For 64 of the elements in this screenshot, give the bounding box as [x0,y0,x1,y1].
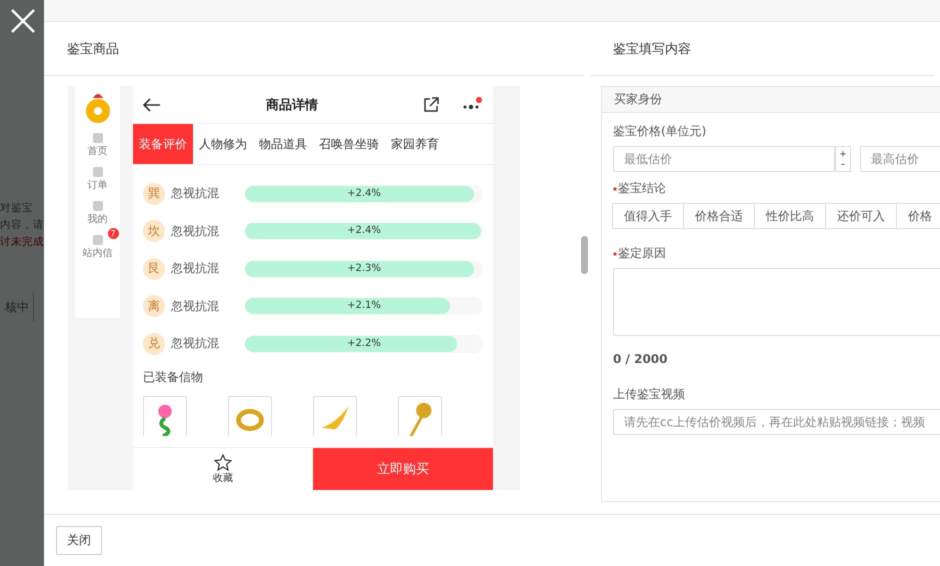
field-label: 鉴定原因 [618,245,666,262]
stat-value: +2.4% [346,224,382,238]
nav-label: 首页 [88,145,108,158]
stat-value: +2.1% [346,299,382,314]
background-text: 内容，请 [0,218,44,233]
background-status-cell: 核中 [0,293,34,322]
character-counter: 0 / 2000 [613,352,668,366]
sidebar-item[interactable]: 首页 [82,126,114,158]
item-thumbnail[interactable] [143,396,187,436]
max-price-field[interactable]: 最高估价 [860,146,940,172]
close-icon[interactable] [10,8,36,34]
item-thumbnail[interactable] [398,396,442,436]
stat-value: +2.4% [346,186,382,201]
trigram-badge: 坎 [143,220,165,242]
page-title: 商品详情 [266,96,318,114]
sidebar-item[interactable]: 我的 [82,194,114,226]
field-label: 上传鉴宝视频 [613,386,686,403]
sidebar-item[interactable]: 站内信 7 [76,228,118,260]
panel-title: 鉴宝填写内容 [590,22,934,76]
nav-label: 我的 [88,212,108,226]
stat-name: 忽视抗混 [171,260,220,278]
nav-label: 订单 [88,178,108,192]
buy-button[interactable]: 立即购买 [313,448,493,490]
share-icon[interactable] [423,96,439,112]
stat-name: 忽视抗混 [171,185,220,202]
section-header: 买家身份 [602,87,940,113]
conclusion-option[interactable]: 价格合适 [683,203,755,229]
stat-name: 忽视抗混 [171,335,220,352]
item-thumbnail[interactable] [313,396,357,436]
star-icon [214,454,232,470]
conclusion-option[interactable]: 性价比高 [754,203,826,229]
background-text: 对鉴宝 [0,201,33,216]
stat-name: 忽视抗混 [171,222,220,240]
trigram-badge: 兑 [143,332,165,355]
required-mark-icon [613,252,617,256]
required-mark-icon [613,186,617,190]
sidebar-item[interactable]: 订单 [82,160,114,192]
nav-icon [92,166,104,178]
conclusion-option[interactable]: 还价可入 [825,203,897,229]
nav-icon [92,200,104,212]
nav-icon [92,132,104,144]
nav-icon [92,234,104,246]
panel-title: 鉴宝商品 [44,22,584,76]
video-link-field[interactable]: 请先在cc上传估价视频后，再在此处粘贴视频链接；视频 [613,409,940,435]
back-arrow-icon[interactable] [143,98,161,112]
stat-value: +2.3% [346,262,382,276]
trigram-badge: 艮 [143,258,165,280]
trigram-badge: 离 [143,295,165,318]
trigram-badge: 巽 [143,182,165,205]
notification-badge: 7 [108,228,118,239]
stepper-control[interactable] [835,146,851,172]
field-label: 鉴宝价格(单位元) [613,123,708,140]
stat-value: +2.2% [346,336,382,351]
conclusion-option[interactable]: 价格 [896,203,940,229]
section-title: 已装备信物 [143,368,204,386]
field-label: 鉴宝结论 [618,180,666,197]
item-thumbnail[interactable] [228,396,272,436]
nav-label: 站内信 [82,246,112,260]
category-tab[interactable]: 装备评价 [133,124,193,164]
stat-name: 忽视抗混 [171,298,220,315]
min-price-field[interactable]: 最低估价 [613,146,835,172]
conclusion-option[interactable]: 值得入手 [612,203,684,229]
close-button[interactable]: 关闭 [56,526,102,555]
background-text: 讨未完成 [0,235,44,250]
